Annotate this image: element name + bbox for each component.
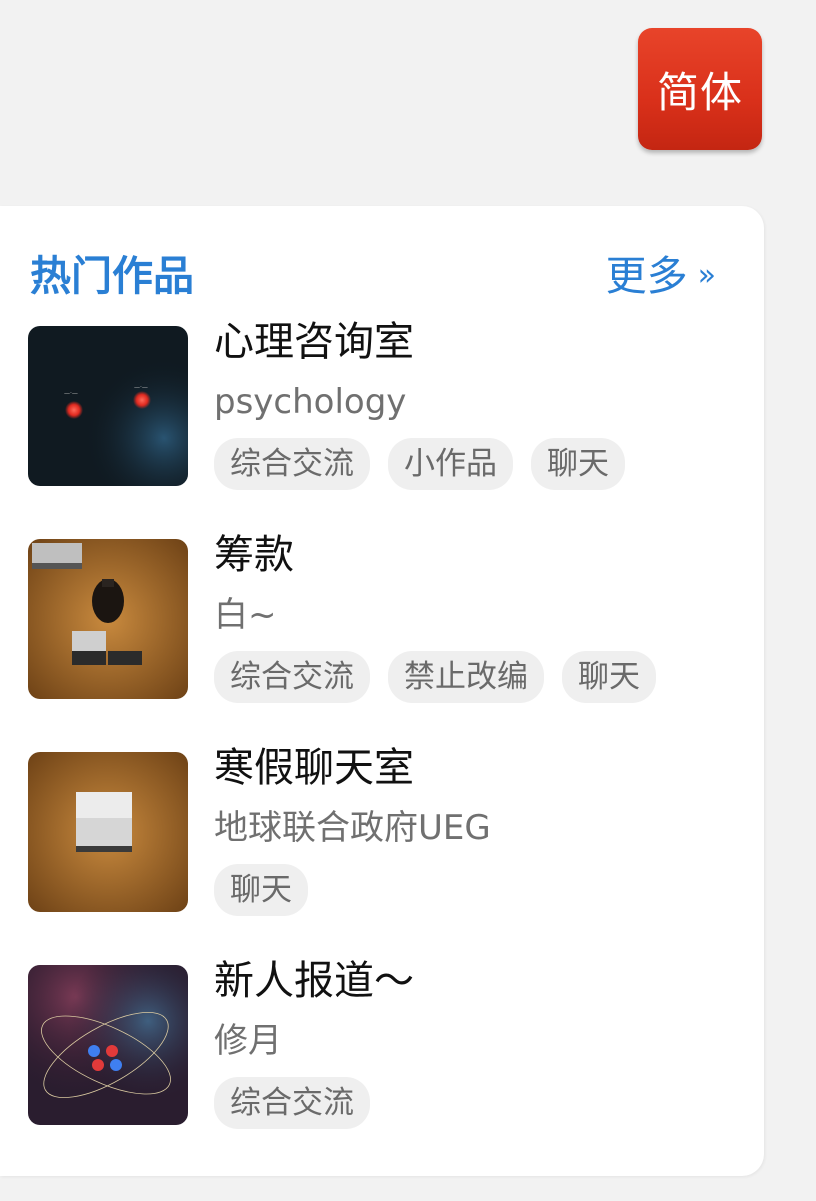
tag-list: 综合交流 <box>214 1077 728 1129</box>
svg-text:—·—: —·— <box>64 390 78 397</box>
tag[interactable]: 聊天 <box>214 864 308 916</box>
work-author[interactable]: 白~ <box>214 595 728 635</box>
work-author[interactable]: psychology <box>214 382 728 422</box>
work-thumbnail[interactable]: —·— —·— <box>28 326 188 486</box>
work-author[interactable]: 修月 <box>214 1021 728 1061</box>
tag[interactable]: 小作品 <box>388 438 513 490</box>
more-link[interactable]: 更多 » <box>606 242 716 302</box>
work-item[interactable]: 寒假聊天室 地球联合政府UEG 聊天 <box>28 748 728 916</box>
work-title[interactable]: 筹款 <box>214 535 728 579</box>
work-thumbnail[interactable] <box>28 539 188 699</box>
work-item[interactable]: —·— —·— 心理咨询室 psychology 综合交流 小作品 聊天 <box>28 322 728 490</box>
svg-text:—·—: —·— <box>134 384 148 391</box>
work-thumbnail[interactable] <box>28 752 188 912</box>
chevron-double-right-icon: » <box>697 257 716 293</box>
work-title[interactable]: 心理咨询室 <box>214 322 728 366</box>
tag[interactable]: 综合交流 <box>214 1077 370 1129</box>
tag[interactable]: 聊天 <box>531 438 625 490</box>
card-header: 热门作品 更多 » <box>30 244 716 300</box>
tag-list: 综合交流 禁止改编 聊天 <box>214 651 728 703</box>
work-title[interactable]: 新人报道～ <box>214 961 728 1005</box>
tag[interactable]: 综合交流 <box>214 651 370 703</box>
section-title: 热门作品 <box>30 252 194 300</box>
tag[interactable]: 聊天 <box>562 651 656 703</box>
tag[interactable]: 综合交流 <box>214 438 370 490</box>
work-thumbnail[interactable] <box>28 965 188 1125</box>
tag-list: 聊天 <box>214 864 728 916</box>
language-toggle-button[interactable]: 简体 <box>638 28 762 150</box>
tag-list: 综合交流 小作品 聊天 <box>214 438 728 490</box>
work-item[interactable]: 新人报道～ 修月 综合交流 <box>28 961 728 1129</box>
more-label: 更多 <box>605 252 688 300</box>
work-item[interactable]: 筹款 白~ 综合交流 禁止改编 聊天 <box>28 535 728 703</box>
tag[interactable]: 禁止改编 <box>388 651 544 703</box>
work-title[interactable]: 寒假聊天室 <box>214 748 728 792</box>
hot-works-card: 热门作品 更多 » —·— —·— 心理咨询室 psychology 综合交流 … <box>0 206 764 1176</box>
work-author[interactable]: 地球联合政府UEG <box>214 808 728 848</box>
